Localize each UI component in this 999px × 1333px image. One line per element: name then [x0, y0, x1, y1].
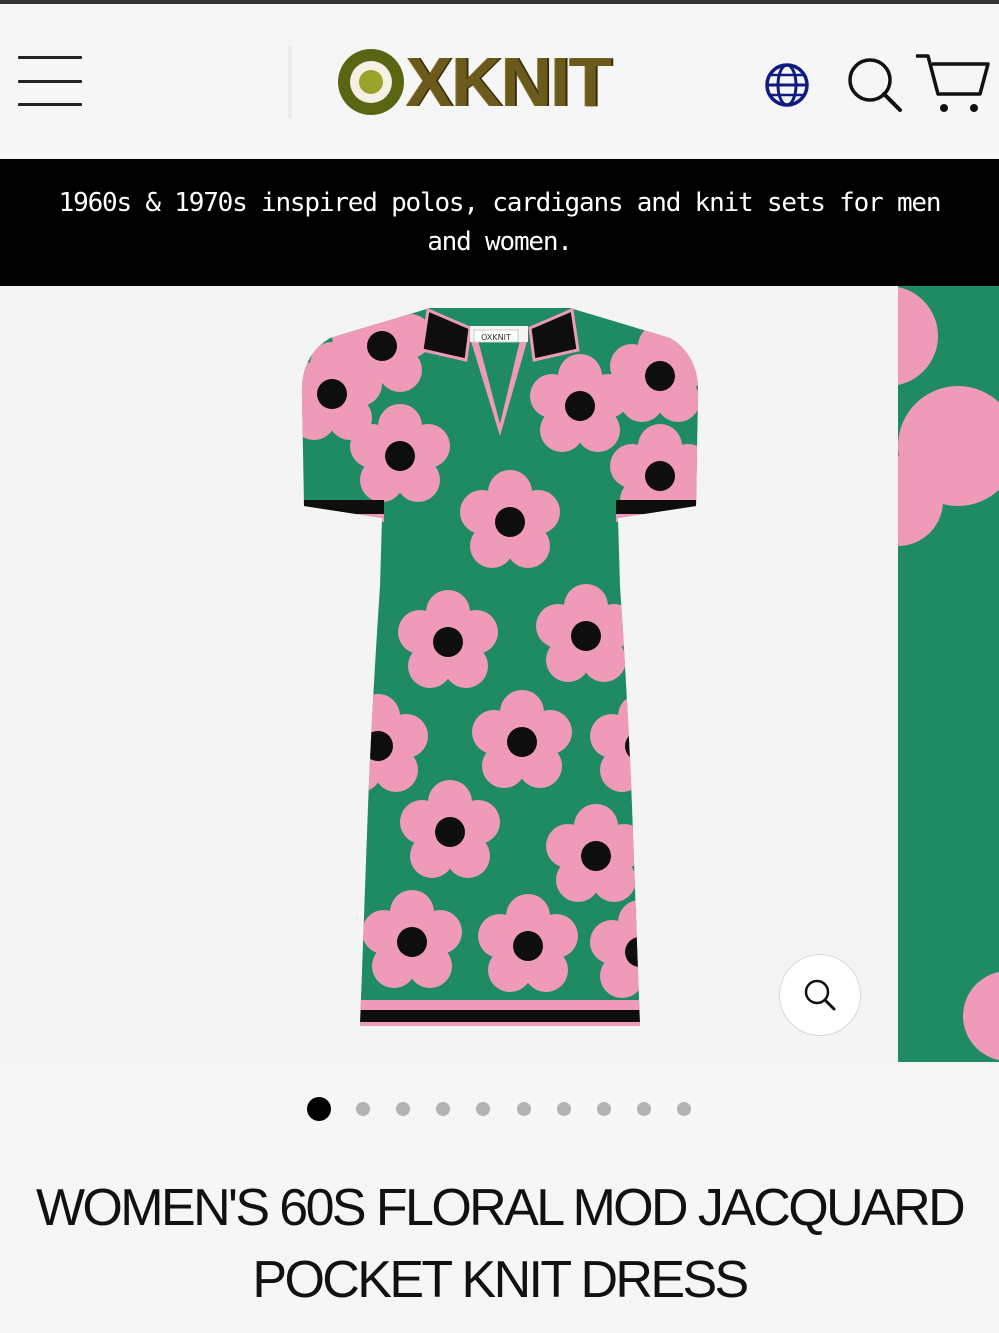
site-header: XKNIT [0, 4, 999, 159]
product-gallery[interactable]: OXKNIT [0, 286, 999, 1064]
gallery-dot-8[interactable] [597, 1102, 611, 1116]
search-icon[interactable] [844, 54, 904, 114]
header-divider [288, 46, 292, 118]
product-image-dress[interactable]: OXKNIT [0, 286, 898, 1064]
gallery-dot-10[interactable] [677, 1102, 691, 1116]
site-logo[interactable]: XKNIT [338, 43, 612, 121]
next-product-image-preview[interactable] [898, 286, 999, 1062]
announcement-bar: 1960s & 1970s inspired polos, cardigans … [0, 159, 999, 286]
gallery-dot-3[interactable] [396, 1102, 410, 1116]
gallery-dot-7[interactable] [557, 1102, 571, 1116]
product-title-line2: POCKET KNIT DRESS [252, 1251, 749, 1309]
gallery-dot-4[interactable] [436, 1102, 450, 1116]
gallery-dot-5[interactable] [476, 1102, 490, 1116]
cart-icon[interactable] [914, 50, 990, 116]
product-title-line1: WOMEN'S 60S FLORAL MOD JACQUARD [35, 1179, 966, 1237]
product-title: WOMEN'S 60S FLORAL MOD JACQUARD POCKET K… [0, 1172, 999, 1316]
gallery-dot-9[interactable] [637, 1102, 651, 1116]
gallery-dot-1[interactable] [307, 1097, 331, 1121]
logo-wordmark: XKNIT [406, 43, 612, 121]
logo-circle-icon [338, 49, 404, 115]
gallery-dot-6[interactable] [517, 1102, 531, 1116]
zoom-icon [804, 979, 836, 1011]
hamburger-menu-icon[interactable] [18, 56, 82, 106]
gallery-pagination [0, 1096, 999, 1122]
announcement-text: 1960s & 1970s inspired polos, cardigans … [58, 187, 942, 257]
zoom-button[interactable] [779, 954, 861, 1036]
globe-icon[interactable] [762, 60, 812, 110]
gallery-dot-2[interactable] [356, 1102, 370, 1116]
collar-label: OXKNIT [481, 333, 511, 342]
